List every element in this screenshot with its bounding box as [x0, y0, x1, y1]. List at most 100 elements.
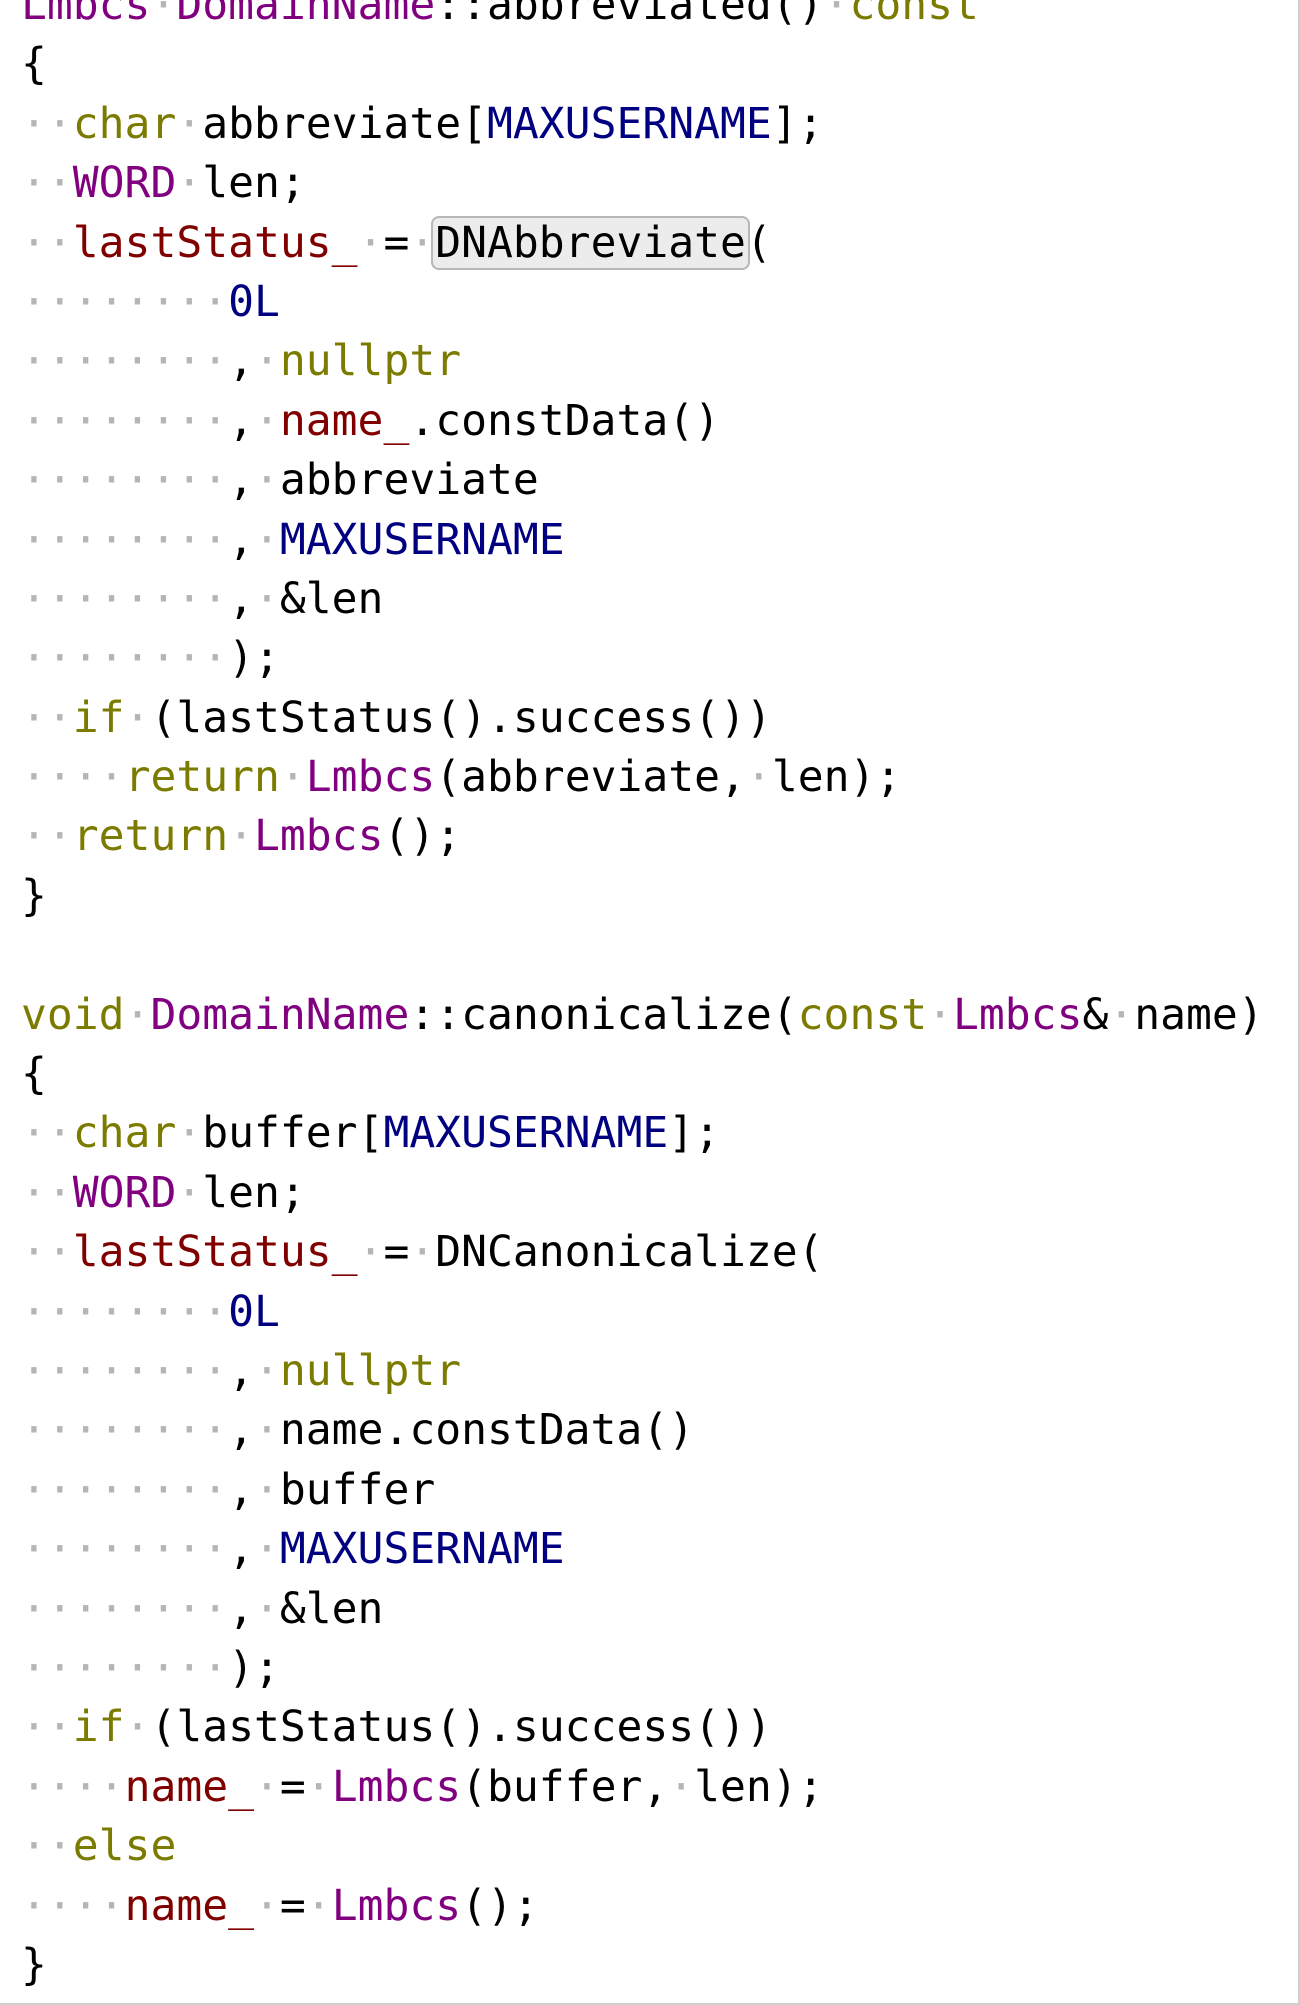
- whitespace-marker: ·: [254, 336, 280, 387]
- code-line[interactable]: ········,·nullptr: [21, 1342, 1264, 1401]
- code-token: Lmbcs: [953, 989, 1083, 1040]
- code-line[interactable]: {: [21, 1045, 1264, 1104]
- code-token: buffer: [279, 1464, 436, 1515]
- code-line[interactable]: ········,·MAXUSERNAME: [21, 511, 1264, 570]
- whitespace-marker: ·: [254, 1464, 280, 1515]
- code-line[interactable]: ··return·Lmbcs();: [21, 807, 1264, 866]
- code-line[interactable]: ········0L: [21, 1283, 1264, 1342]
- code-line[interactable]: ········,·&len: [21, 1580, 1264, 1639]
- code-token: len);: [771, 752, 902, 803]
- code-line[interactable]: ········,·&len: [21, 570, 1264, 629]
- whitespace-marker: ·: [357, 217, 384, 268]
- code-line[interactable]: ··if·(lastStatus().success()): [21, 689, 1264, 748]
- code-text-area[interactable]: Lmbcs·DomainName::abbreviated()·const{··…: [21, 0, 1264, 1995]
- code-line[interactable]: ··else: [21, 1817, 1264, 1876]
- whitespace-marker: ·: [305, 1880, 332, 1931]
- code-token: &len: [279, 1583, 384, 1634]
- code-line[interactable]: ········,·buffer: [21, 1461, 1264, 1520]
- code-line[interactable]: Lmbcs·DomainName::abbreviated()·const: [21, 0, 1264, 35]
- whitespace-marker: ········: [21, 1642, 229, 1693]
- code-token: MAXUSERNAME: [383, 1108, 669, 1159]
- code-line[interactable]: void·DomainName::canonicalize(const·Lmbc…: [21, 986, 1264, 1045]
- whitespace-marker: ·: [745, 752, 772, 803]
- code-token: ,: [228, 1583, 254, 1634]
- whitespace-marker: ·: [409, 1227, 436, 1278]
- whitespace-marker: ·: [668, 1761, 695, 1812]
- code-token: ();: [461, 1880, 539, 1931]
- code-line[interactable]: {: [21, 35, 1264, 94]
- whitespace-marker: ·: [176, 158, 203, 209]
- code-line[interactable]: ········);: [21, 1639, 1264, 1698]
- whitespace-marker: ·: [124, 989, 151, 1040]
- whitespace-marker: ··: [21, 1821, 73, 1872]
- code-token: Lmbcs: [305, 752, 436, 803]
- whitespace-marker: ·: [823, 0, 850, 30]
- code-token: nullptr: [279, 336, 462, 387]
- code-token: ,: [228, 1524, 254, 1575]
- code-token: name): [1134, 989, 1264, 1040]
- code-token: =: [279, 1761, 306, 1812]
- code-line[interactable]: ········,·abbreviate: [21, 451, 1264, 510]
- code-line[interactable]: ········,·nullptr: [21, 332, 1264, 391]
- whitespace-marker: ··: [21, 1227, 73, 1278]
- whitespace-marker: ·: [254, 1524, 280, 1575]
- code-editor[interactable]: Lmbcs·DomainName::abbreviated()·const{··…: [0, 0, 1300, 2005]
- code-line[interactable]: ··char·abbreviate[MAXUSERNAME];: [21, 95, 1264, 154]
- code-token: {: [21, 39, 47, 90]
- whitespace-marker: ·: [254, 1761, 280, 1812]
- whitespace-marker: ·: [176, 1167, 203, 1218]
- code-token: (: [745, 217, 772, 268]
- code-token: nullptr: [279, 1345, 462, 1396]
- whitespace-marker: ········: [21, 1405, 229, 1456]
- code-line[interactable]: ········);: [21, 629, 1264, 688]
- whitespace-marker: ··: [21, 98, 73, 149]
- whitespace-marker: ·: [279, 752, 306, 803]
- code-line[interactable]: ········0L: [21, 273, 1264, 332]
- code-token: void: [21, 989, 125, 1040]
- code-token: name_: [279, 395, 410, 446]
- code-line[interactable]: ··lastStatus_·=·DNCanonicalize(: [21, 1223, 1264, 1282]
- whitespace-marker: ·: [254, 1405, 280, 1456]
- code-line[interactable]: ····name_·=·Lmbcs(buffer,·len);: [21, 1758, 1264, 1817]
- code-line[interactable]: ········,·name.constData(): [21, 1401, 1264, 1460]
- whitespace-marker: ········: [21, 395, 229, 446]
- code-line[interactable]: ····return·Lmbcs(abbreviate,·len);: [21, 748, 1264, 807]
- code-token: &len: [279, 573, 384, 624]
- code-token: (lastStatus().success()): [150, 692, 772, 743]
- code-token: MAXUSERNAME: [279, 1524, 565, 1575]
- code-line[interactable]: }: [21, 1936, 1264, 1995]
- code-token: return: [124, 752, 280, 803]
- code-token: }: [21, 1939, 47, 1990]
- whitespace-marker: ··: [21, 217, 73, 268]
- code-token: ,: [228, 1464, 254, 1515]
- whitespace-marker: ··: [21, 158, 73, 209]
- code-token: .constData(): [409, 395, 721, 446]
- code-line[interactable]: ··WORD·len;: [21, 1164, 1264, 1223]
- code-line[interactable]: ··lastStatus_·=·DNAbbreviate(: [21, 214, 1264, 273]
- code-line[interactable]: ··if·(lastStatus().success()): [21, 1698, 1264, 1757]
- code-token: lastStatus_: [72, 1227, 358, 1278]
- code-line[interactable]: ········,·MAXUSERNAME: [21, 1520, 1264, 1579]
- code-token: ];: [668, 1108, 721, 1159]
- code-line[interactable]: ··char·buffer[MAXUSERNAME];: [21, 1104, 1264, 1163]
- whitespace-marker: ·: [927, 989, 954, 1040]
- code-token: Lmbcs: [21, 0, 151, 30]
- code-token: ,: [228, 336, 254, 387]
- code-line[interactable]: }: [21, 867, 1264, 926]
- whitespace-marker: ··: [21, 1702, 73, 1753]
- code-token: =: [279, 1880, 306, 1931]
- code-line[interactable]: ········,·name_.constData(): [21, 392, 1264, 451]
- code-token: DomainName: [176, 0, 436, 30]
- code-token: ,: [228, 1405, 254, 1456]
- code-token: char: [72, 1108, 177, 1159]
- code-line[interactable]: ····name_·=·Lmbcs();: [21, 1877, 1264, 1936]
- whitespace-marker: ··: [21, 1167, 73, 1218]
- whitespace-marker: ·: [357, 1227, 384, 1278]
- whitespace-marker: ········: [21, 1583, 229, 1634]
- code-line[interactable]: ··WORD·len;: [21, 154, 1264, 213]
- code-line[interactable]: [21, 926, 1264, 985]
- code-token: }: [21, 870, 47, 921]
- code-token: if: [72, 692, 125, 743]
- whitespace-marker: ·: [150, 0, 177, 30]
- whitespace-marker: ·: [254, 1583, 280, 1634]
